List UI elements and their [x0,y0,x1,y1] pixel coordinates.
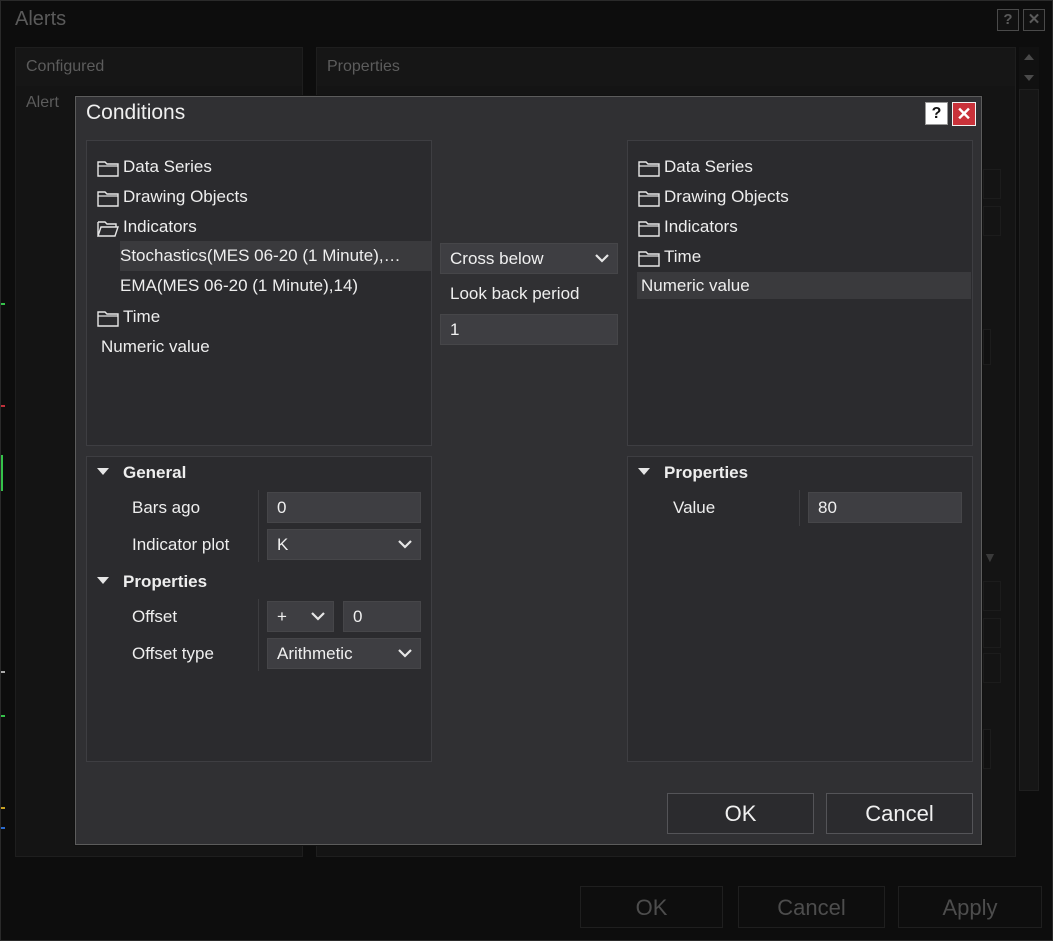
chart-fragment [1,807,5,809]
bg-field [983,581,1001,611]
alerts-cancel-button[interactable]: Cancel [738,886,885,928]
help-button[interactable]: ? [925,102,948,125]
tree-item-label: Indicators [664,217,738,236]
folder-icon [638,190,660,207]
value-input[interactable]: 80 [808,492,962,523]
section-title: Properties [123,572,208,591]
column-separator [799,490,800,526]
offset-sign-dropdown[interactable]: + [267,601,334,632]
chevron-down-icon: ▼ [983,549,997,565]
tree-item-time[interactable]: Time [97,303,160,331]
properties-scroll-arrows[interactable] [1019,47,1039,92]
condition-value: Cross below [450,249,544,268]
tree-item-indicators[interactable]: Indicators [97,213,197,241]
tree-item-drawing-objects[interactable]: Drawing Objects [638,183,789,211]
tree-item-label: Drawing Objects [664,187,789,206]
column-separator [258,599,259,671]
properties-section-header[interactable]: Properties [97,569,207,595]
chart-fragment [1,455,3,491]
bg-field [983,618,1001,648]
left-operand-tree: Data Series Drawing Objects Indicators S… [86,140,432,446]
value-label: Value [673,498,716,517]
alerts-apply-button[interactable]: Apply [898,886,1042,928]
chart-fragment [1,827,5,829]
bg-field [983,169,1001,199]
offset-type-label: Offset type [132,644,214,663]
chart-fragment [1,671,5,673]
look-back-input[interactable]: 1 [440,314,618,345]
tree-item-label: Time [123,307,161,326]
ok-button[interactable]: OK [667,793,814,834]
chart-fragment [1,715,5,717]
properties-scrollbar[interactable] [1019,89,1039,791]
properties-header: Properties [317,48,1015,86]
section-title: Properties [664,463,749,482]
tree-item-stochastics[interactable]: Stochastics(MES 06-20 (1 Minute),… [120,242,401,270]
general-section-header[interactable]: General [97,460,186,486]
tree-item-ema[interactable]: EMA(MES 06-20 (1 Minute),14) [120,272,358,300]
bg-field [983,729,991,769]
folder-icon [97,190,119,207]
tree-item-drawing-objects[interactable]: Drawing Objects [97,183,248,211]
offset-label: Offset [132,607,178,626]
folder-icon [97,160,119,177]
bg-field [983,329,991,365]
bg-field [983,653,1001,683]
tree-item-label: Data Series [664,157,753,176]
alert-column-header: Alert [26,94,59,111]
offset-input[interactable]: 0 [343,601,421,632]
collapse-triangle-icon [97,577,109,585]
chevron-down-icon [595,254,609,263]
bars-ago-label: Bars ago [132,498,201,517]
configured-header: Configured [16,48,302,86]
offset-sign-value: + [277,607,287,626]
tree-item-data-series[interactable]: Data Series [638,153,753,181]
folder-open-icon [97,220,119,237]
chart-fragment [1,405,5,407]
folder-icon [638,250,660,267]
column-separator [258,490,259,562]
indicator-plot-dropdown[interactable]: K [267,529,421,560]
chevron-down-icon [398,649,412,658]
alerts-window-title: Alerts [15,8,67,30]
right-operand-tree: Data Series Drawing Objects Indicators T… [627,140,973,446]
offset-type-value: Arithmetic [277,644,353,663]
folder-icon [638,160,660,177]
tree-item-time[interactable]: Time [638,243,701,271]
scroll-arrows-icon [1024,54,1034,81]
tree-item-label: Data Series [123,157,212,176]
indicator-plot-label: Indicator plot [132,535,230,554]
bg-field [983,206,1001,236]
chevron-down-icon [311,612,325,621]
cancel-button[interactable]: Cancel [826,793,973,834]
alerts-ok-button[interactable]: OK [580,886,723,928]
condition-dropdown[interactable]: Cross below [440,243,618,274]
close-button[interactable]: ✕ [952,102,976,126]
bars-ago-input[interactable]: 0 [267,492,421,523]
conditions-dialog: Conditions ? ✕ Data Series Drawing Objec… [75,96,982,845]
offset-type-dropdown[interactable]: Arithmetic [267,638,421,669]
tree-item-indicators[interactable]: Indicators [638,213,738,241]
tree-item-numeric-value[interactable]: Numeric value [641,272,750,299]
folder-icon [97,310,119,327]
collapse-triangle-icon [97,468,109,476]
chevron-down-icon [398,540,412,549]
tree-item-data-series[interactable]: Data Series [97,153,212,181]
dialog-title: Conditions [86,101,186,124]
collapse-triangle-icon [638,468,650,476]
properties-section-header[interactable]: Properties [638,460,748,486]
right-properties-panel: Properties Value 80 [627,456,973,762]
tree-item-label: Time [664,247,702,266]
indicator-plot-value: K [277,535,289,554]
tree-item-label: Drawing Objects [123,187,248,206]
tree-item-numeric-value[interactable]: Numeric value [101,333,210,361]
look-back-label: Look back period [450,284,580,303]
chart-fragment [1,303,5,305]
section-title: General [123,463,187,482]
left-properties-panel: General Bars ago 0 Indicator plot K Prop… [86,456,432,762]
tree-item-label: Indicators [123,217,197,236]
alerts-help-button[interactable]: ? [997,9,1019,31]
alerts-close-button[interactable]: ✕ [1023,9,1045,31]
folder-icon [638,220,660,237]
